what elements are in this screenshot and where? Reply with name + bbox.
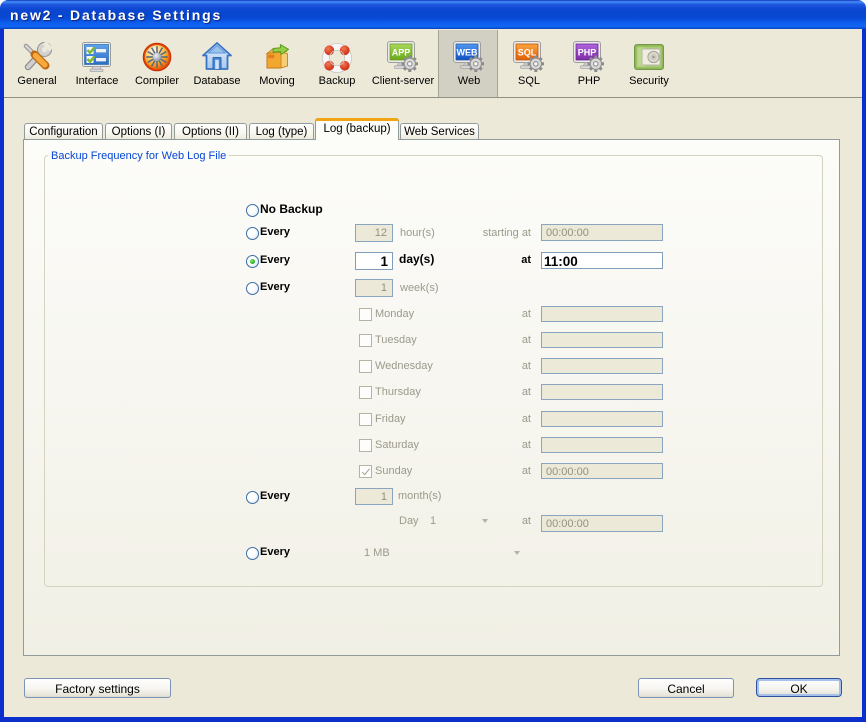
svg-text:APP: APP <box>392 48 411 58</box>
svg-text:PHP: PHP <box>578 48 597 58</box>
svg-text:SQL: SQL <box>518 48 537 58</box>
